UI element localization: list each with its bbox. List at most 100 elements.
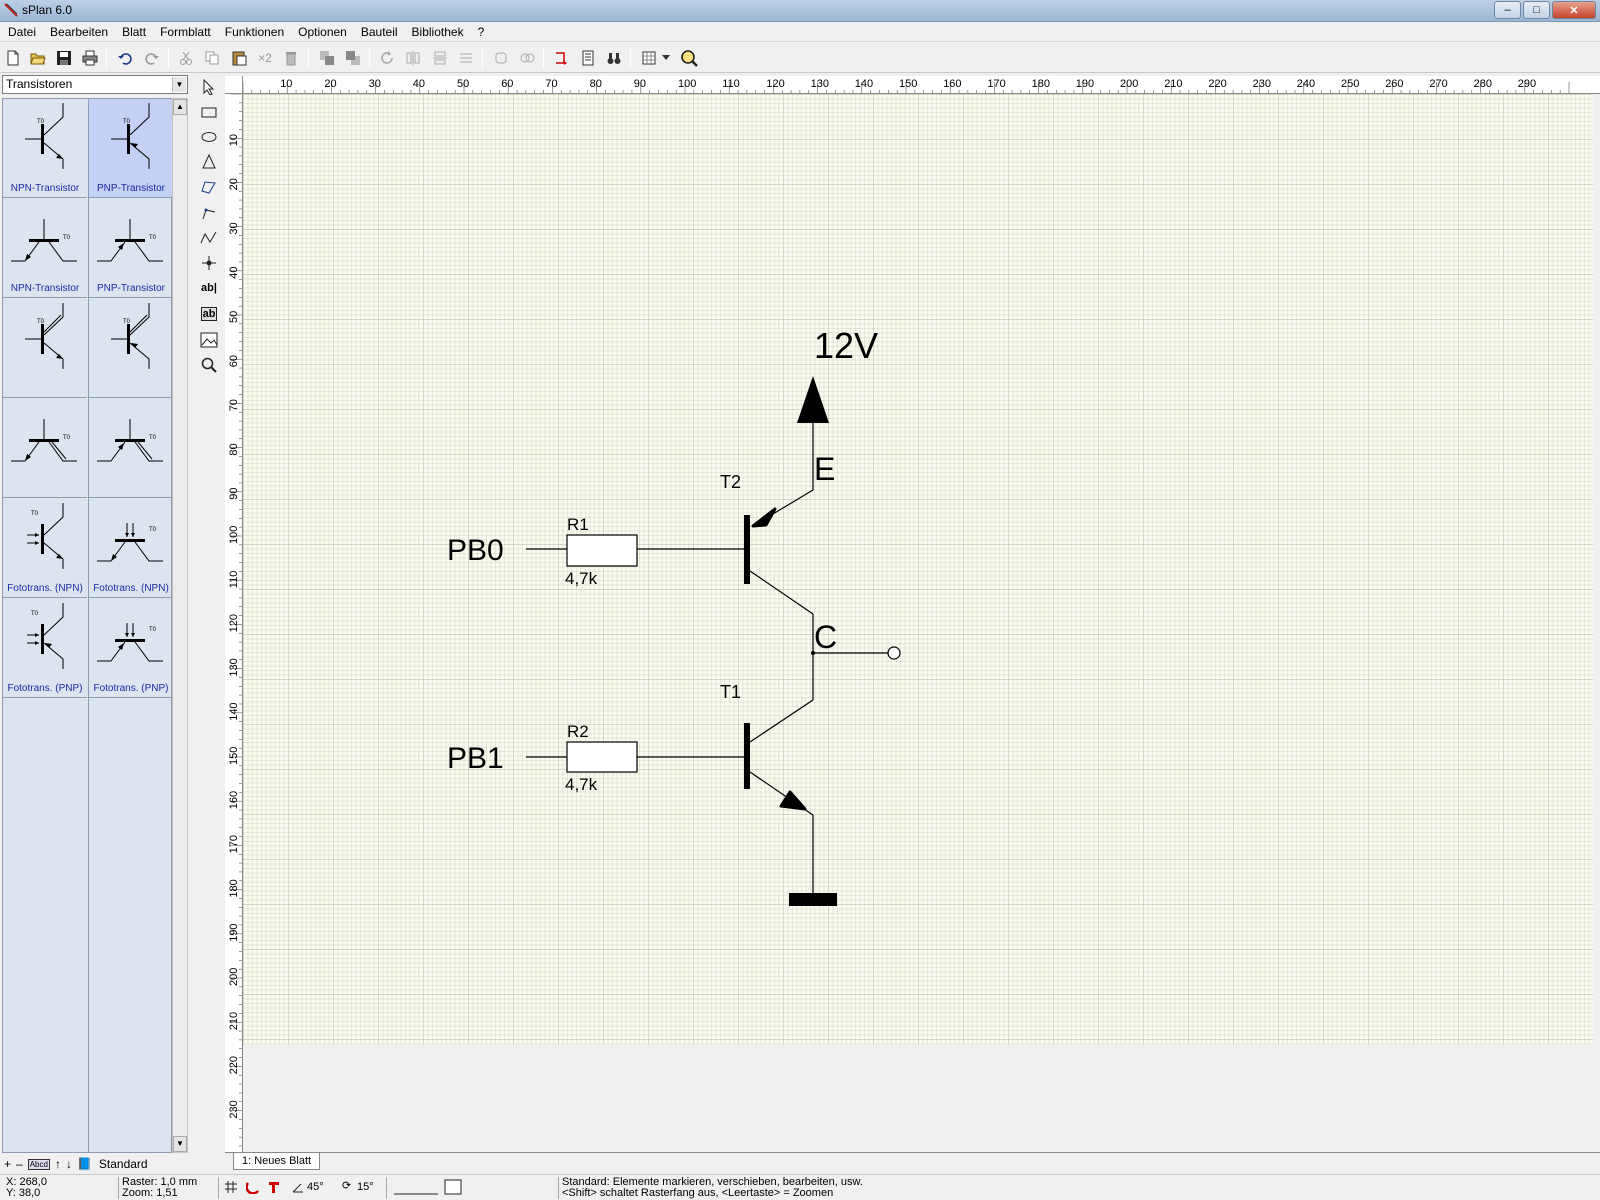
redo-icon[interactable] [141, 47, 163, 69]
t2-collector-diagonal[interactable] [749, 570, 814, 615]
move-down-icon[interactable]: ↓ [66, 1157, 72, 1171]
angle-15-value[interactable]: 15° [357, 1182, 374, 1193]
menu-help[interactable]: ? [471, 22, 492, 42]
save-disk-icon[interactable] [53, 47, 75, 69]
output-terminal[interactable] [887, 646, 901, 660]
scroll-up-icon[interactable]: ▲ [173, 99, 187, 115]
r2-value[interactable]: 4,7k [565, 775, 598, 794]
category-select[interactable]: Transistoren ▼ [2, 75, 188, 94]
undo-icon[interactable] [114, 47, 136, 69]
library-cell-photo-npn-vertical[interactable]: T0 Fototrans. (NPN) [3, 499, 87, 598]
cut-icon[interactable] [175, 47, 197, 69]
t1-base-bar[interactable] [744, 723, 750, 789]
fill-style-icon[interactable] [444, 1179, 462, 1198]
rectangle-tool-icon[interactable] [198, 101, 220, 123]
menu-formblatt[interactable]: Formblatt [153, 22, 218, 42]
polygon-tool-icon[interactable] [198, 151, 220, 173]
angle-45-icon[interactable] [292, 1181, 304, 1196]
library-cell-pnp-horizontal[interactable]: T0 PNP-Transistor [89, 199, 173, 298]
menu-bauteil[interactable]: Bauteil [354, 22, 405, 42]
pb1-label[interactable]: PB1 [447, 742, 504, 775]
send-back-icon[interactable] [342, 47, 364, 69]
open-folder-icon[interactable] [27, 47, 49, 69]
magnet-icon[interactable] [245, 1180, 260, 1197]
grid-dropdown-icon[interactable] [660, 47, 672, 69]
text-tool-icon[interactable]: ab| [198, 277, 220, 299]
r2-label[interactable]: R2 [567, 722, 589, 741]
print-icon[interactable] [79, 47, 101, 69]
r1-label[interactable]: R1 [567, 515, 589, 534]
numbering-icon[interactable] [550, 47, 572, 69]
new-file-icon[interactable] [2, 47, 24, 69]
t2-label[interactable]: T2 [720, 472, 741, 492]
schematic[interactable]: 12V E T2 C PB0 R1 4,7k T1 PB1 R2 4,7k [243, 94, 1600, 1152]
menu-datei[interactable]: Datei [1, 22, 43, 42]
supply-label[interactable]: 12V [814, 325, 878, 366]
library-text-icon[interactable]: Abcd [27, 1158, 50, 1170]
supply-arrow[interactable] [797, 376, 829, 423]
resistor-r2[interactable] [566, 741, 638, 773]
library-cell-photo-npn-horizontal[interactable]: T0 Fototrans. (NPN) [89, 499, 173, 598]
close-button[interactable]: ✕ [1552, 1, 1596, 19]
move-up-icon[interactable]: ↑ [55, 1157, 61, 1171]
t1-collector-diagonal[interactable] [749, 699, 814, 743]
library-cell-npn-double-collector[interactable]: T0 [3, 299, 87, 398]
bring-front-icon[interactable] [316, 47, 338, 69]
duplicate-x2-icon[interactable]: ×2 [254, 47, 276, 69]
ground-symbol[interactable] [789, 893, 837, 906]
menu-blatt[interactable]: Blatt [115, 22, 153, 42]
snap-icon[interactable] [268, 1180, 282, 1197]
menu-optionen[interactable]: Optionen [291, 22, 354, 42]
mirror-horizontal-icon[interactable] [402, 47, 424, 69]
t1-emitter-arrow[interactable] [779, 790, 807, 811]
image-tool-icon[interactable] [198, 329, 220, 351]
menu-bearbeiten[interactable]: Bearbeiten [43, 22, 115, 42]
ellipse-tool-icon[interactable] [198, 126, 220, 148]
library-name[interactable]: Standard [99, 1157, 148, 1171]
sheet-tab-1[interactable]: 1: Neues Blatt [233, 1153, 321, 1170]
drawing-canvas[interactable]: 12V E T2 C PB0 R1 4,7k T1 PB1 R2 4,7k [243, 94, 1600, 1152]
angle-45-value[interactable]: 45° [307, 1182, 324, 1193]
align-icon[interactable] [455, 47, 477, 69]
r1-value[interactable]: 4,7k [565, 569, 598, 588]
mirror-vertical-icon[interactable] [429, 47, 451, 69]
group-icon[interactable] [490, 47, 512, 69]
menu-funktionen[interactable]: Funktionen [218, 22, 291, 42]
t2-emitter-arrow[interactable] [751, 507, 777, 528]
polyline-tool-icon[interactable] [198, 227, 220, 249]
find-binoculars-icon[interactable] [603, 47, 625, 69]
scroll-down-icon[interactable]: ▼ [173, 1136, 187, 1152]
pb0-label[interactable]: PB0 [447, 534, 504, 567]
chevron-down-icon[interactable]: ▼ [172, 77, 186, 92]
bezier-tool-icon[interactable] [198, 176, 220, 198]
maximize-button[interactable]: □ [1523, 1, 1550, 19]
library-cell-photo-pnp-vertical[interactable]: T0 Fototrans. (PNP) [3, 599, 87, 698]
library-cell-pnp-horizontal-double[interactable]: T0 [89, 399, 173, 498]
rotate-step-icon[interactable]: ⟳ [342, 1181, 351, 1192]
line-style-icon[interactable] [394, 1187, 438, 1198]
resistor-r1[interactable] [566, 534, 638, 567]
library-cell-pnp-double-collector[interactable]: T0 [89, 299, 173, 398]
library-cell-photo-pnp-horizontal[interactable]: T0 Fototrans. (PNP) [89, 599, 173, 698]
minimize-button[interactable]: – [1494, 1, 1521, 19]
grid-toggle-icon[interactable] [224, 1180, 238, 1197]
menu-bibliothek[interactable]: Bibliothek [405, 22, 471, 42]
select-pointer-icon[interactable] [198, 76, 220, 98]
remove-library-icon[interactable]: – [16, 1157, 23, 1171]
library-cell-pnp-vertical[interactable]: T0 PNP-Transistor [89, 99, 173, 198]
delete-icon[interactable] [280, 47, 302, 69]
paste-icon[interactable] [228, 47, 250, 69]
t2-base-bar[interactable] [744, 515, 750, 584]
zoom-fit-icon[interactable] [678, 47, 700, 69]
add-library-icon[interactable]: + [4, 1157, 11, 1171]
library-cell-npn-vertical[interactable]: T0 NPN-Transistor [3, 99, 87, 198]
collector-label[interactable]: C [814, 619, 837, 655]
library-cell-npn-horizontal-double[interactable]: T0 [3, 399, 87, 498]
parts-list-icon[interactable] [577, 47, 599, 69]
library-cell-npn-horizontal[interactable]: T0 NPN-Transistor [3, 199, 87, 298]
library-scrollbar[interactable]: ▲ ▼ [172, 98, 188, 1153]
line-tool-icon[interactable] [198, 202, 220, 224]
copy-icon[interactable] [201, 47, 223, 69]
textbox-tool-icon[interactable]: ab [198, 303, 220, 325]
zoom-tool-icon[interactable] [198, 354, 220, 376]
